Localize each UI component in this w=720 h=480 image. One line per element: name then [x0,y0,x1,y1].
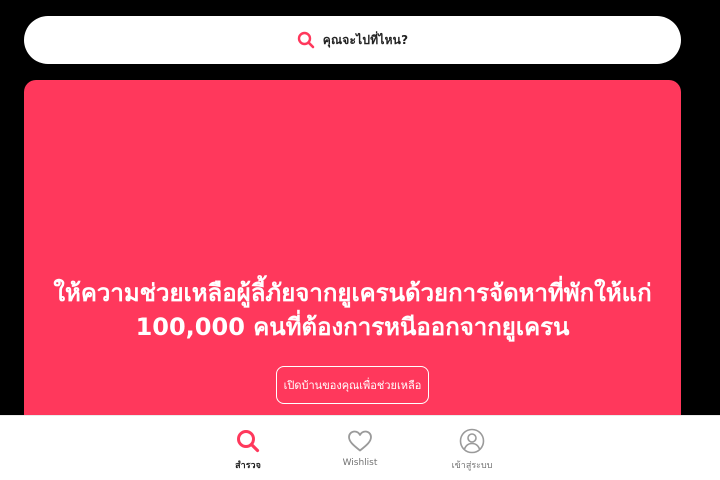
search-bar[interactable]: คุณจะไปที่ไหน? [24,16,681,64]
nav-label-login: เข้าสู่ระบบ [451,461,493,471]
nav-label-explore: สำรวจ [235,461,261,471]
nav-item-explore[interactable]: สำรวจ [198,428,298,472]
search-label: คุณจะไปที่ไหน? [322,32,409,47]
open-home-button[interactable]: เปิดบ้านของคุณเพื่อช่วยเหลือ [276,366,429,404]
bottom-navigation: สำรวจ Wishlist เข้าสู่ระบบ [0,415,720,480]
search-icon [235,428,261,454]
user-circle-icon [459,428,485,454]
nav-label-wishlist: Wishlist [342,458,378,468]
search-icon [297,31,315,49]
heart-icon [347,428,373,454]
nav-item-wishlist[interactable]: Wishlist [310,428,410,468]
hero-heading: ให้ความช่วยเหลือผู้ลี้ภัยจากยูเครนด้วยกา… [53,279,652,341]
app-screen: คุณจะไปที่ไหน? ให้ความช่วยเหลือผู้ลี้ภัย… [0,0,720,480]
nav-item-login[interactable]: เข้าสู่ระบบ [422,428,522,472]
